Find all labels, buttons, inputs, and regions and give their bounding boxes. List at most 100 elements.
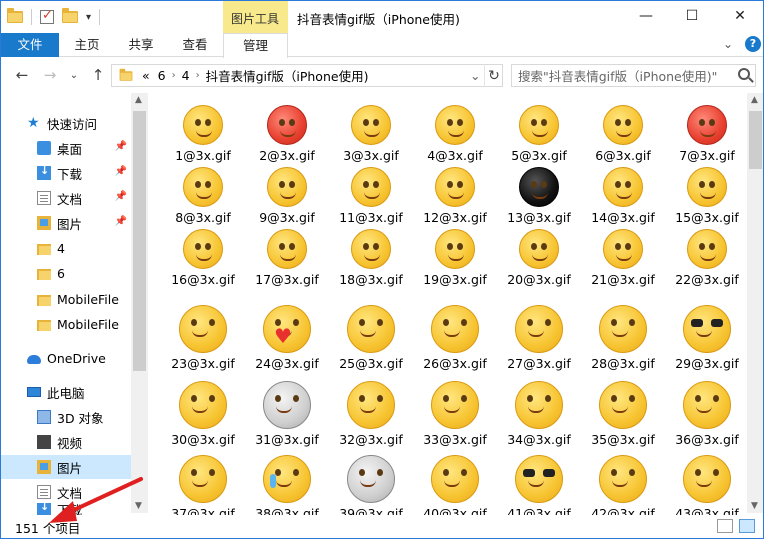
address-bar[interactable]: « 6 › 4 › 抖音表情gif版（iPhone使用) ⌄ xyxy=(111,64,503,87)
file-item[interactable]: 37@3x.gif xyxy=(161,455,245,521)
nav-item-pictures[interactable]: 图片 📌 xyxy=(1,211,131,235)
breadcrumb-separator[interactable]: › xyxy=(196,70,200,81)
breadcrumb-6[interactable]: 6 xyxy=(158,68,166,83)
content-scrollbar-thumb[interactable] xyxy=(749,111,762,169)
file-item[interactable]: 24@3x.gif xyxy=(245,305,329,371)
tab-view[interactable]: 查看 xyxy=(169,33,221,57)
file-item[interactable]: 8@3x.gif xyxy=(161,163,245,225)
nav-item-videos[interactable]: 视频 xyxy=(1,430,131,454)
nav-item-folder-6[interactable]: 6 xyxy=(1,261,131,285)
tab-share[interactable]: 共享 xyxy=(115,33,167,57)
file-item[interactable]: 18@3x.gif xyxy=(329,225,413,287)
address-dropdown-chevron-icon[interactable]: ⌄ xyxy=(470,68,480,83)
file-item[interactable]: 26@3x.gif xyxy=(413,305,497,371)
nav-item-3d-objects[interactable]: 3D 对象 xyxy=(1,405,131,429)
maximize-button[interactable]: ☐ xyxy=(669,1,715,31)
nav-this-pc[interactable]: 此电脑 xyxy=(1,380,131,404)
file-item[interactable]: 13@3x.gif xyxy=(497,163,581,225)
nav-item-pc-downloads[interactable]: 下载 xyxy=(1,503,131,515)
nav-quick-access[interactable]: ★ 快速访问 xyxy=(1,111,131,135)
file-item[interactable]: 31@3x.gif xyxy=(245,381,329,447)
folder-icon[interactable] xyxy=(7,8,23,23)
file-item[interactable]: 1@3x.gif xyxy=(161,101,245,163)
file-item[interactable]: 23@3x.gif xyxy=(161,305,245,371)
new-folder-icon[interactable] xyxy=(62,8,78,23)
pin-icon[interactable]: 📌 xyxy=(115,166,127,177)
close-button[interactable]: ✕ xyxy=(717,1,763,31)
tab-file[interactable]: 文件 xyxy=(1,33,59,57)
nav-item-desktop[interactable]: 桌面 📌 xyxy=(1,136,131,160)
file-item[interactable]: 17@3x.gif xyxy=(245,225,329,287)
file-item[interactable]: 6@3x.gif xyxy=(581,101,665,163)
file-item[interactable]: 43@3x.gif xyxy=(665,455,749,521)
expand-ribbon-chevron-icon[interactable]: ⌄ xyxy=(723,37,733,51)
file-item[interactable]: 4@3x.gif xyxy=(413,101,497,163)
nav-item-documents[interactable]: 文档 📌 xyxy=(1,186,131,210)
forward-button[interactable]: → xyxy=(39,64,61,86)
file-item[interactable]: 36@3x.gif xyxy=(665,381,749,447)
file-item[interactable]: 39@3x.gif xyxy=(329,455,413,521)
file-item[interactable]: 27@3x.gif xyxy=(497,305,581,371)
nav-item-downloads[interactable]: 下载 📌 xyxy=(1,161,131,185)
file-item[interactable]: 34@3x.gif xyxy=(497,381,581,447)
file-item[interactable]: 3@3x.gif xyxy=(329,101,413,163)
pin-icon[interactable]: 📌 xyxy=(115,141,127,152)
file-item[interactable]: 30@3x.gif xyxy=(161,381,245,447)
file-item[interactable]: 25@3x.gif xyxy=(329,305,413,371)
minimize-button[interactable]: — xyxy=(623,1,669,31)
nav-onedrive[interactable]: OneDrive xyxy=(1,346,131,370)
file-item[interactable]: 33@3x.gif xyxy=(413,381,497,447)
file-item[interactable]: 22@3x.gif xyxy=(665,225,749,287)
search-icon[interactable] xyxy=(738,68,750,80)
nav-item-pc-pictures[interactable]: 图片 xyxy=(1,455,131,479)
customize-toolbar-dropdown[interactable]: ▾ xyxy=(86,12,91,23)
file-item[interactable]: 14@3x.gif xyxy=(581,163,665,225)
back-button[interactable]: ← xyxy=(11,64,33,86)
file-item[interactable]: 38@3x.gif xyxy=(245,455,329,521)
file-item[interactable]: 20@3x.gif xyxy=(497,225,581,287)
file-item[interactable]: 7@3x.gif xyxy=(665,101,749,163)
breadcrumb-separator[interactable]: › xyxy=(172,70,176,81)
nav-item-mobilefile[interactable]: MobileFile xyxy=(1,287,131,311)
file-item[interactable]: 2@3x.gif xyxy=(245,101,329,163)
tab-home[interactable]: 主页 xyxy=(61,33,113,57)
nav-item-pc-documents[interactable]: 文档 xyxy=(1,480,131,504)
large-icons-view-icon[interactable] xyxy=(739,519,755,533)
pin-icon[interactable]: 📌 xyxy=(115,191,127,202)
pin-icon[interactable]: 📌 xyxy=(115,216,127,227)
download-icon xyxy=(37,503,51,515)
tab-manage[interactable]: 管理 xyxy=(223,33,288,58)
scroll-down-icon[interactable]: ▼ xyxy=(135,501,142,511)
breadcrumb-overflow[interactable]: « xyxy=(142,68,150,83)
search-input[interactable]: 搜索"抖音表情gif版（iPhone使用)" xyxy=(511,64,756,87)
file-item[interactable]: 29@3x.gif xyxy=(665,305,749,371)
details-view-icon[interactable] xyxy=(717,519,733,533)
up-button[interactable]: ↑ xyxy=(87,64,109,86)
nav-scrollbar-thumb[interactable] xyxy=(133,111,146,371)
file-item[interactable]: 5@3x.gif xyxy=(497,101,581,163)
nav-item-mobilefile[interactable]: MobileFile xyxy=(1,312,131,336)
file-item[interactable]: 11@3x.gif xyxy=(329,163,413,225)
file-item[interactable]: 35@3x.gif xyxy=(581,381,665,447)
file-item[interactable]: 42@3x.gif xyxy=(581,455,665,521)
file-item[interactable]: 21@3x.gif xyxy=(581,225,665,287)
file-item[interactable]: 32@3x.gif xyxy=(329,381,413,447)
recent-locations-dropdown[interactable]: ⌄ xyxy=(63,64,85,86)
nav-item-folder-4[interactable]: 4 xyxy=(1,236,131,260)
scroll-up-icon[interactable]: ▲ xyxy=(135,95,142,105)
refresh-button[interactable]: ↻ xyxy=(484,64,503,87)
file-item[interactable]: 16@3x.gif xyxy=(161,225,245,287)
breadcrumb-4[interactable]: 4 xyxy=(182,68,190,83)
file-item[interactable]: 40@3x.gif xyxy=(413,455,497,521)
breadcrumb-current[interactable]: 抖音表情gif版（iPhone使用) xyxy=(206,66,369,85)
scroll-up-icon[interactable]: ▲ xyxy=(751,95,758,105)
file-item[interactable]: 28@3x.gif xyxy=(581,305,665,371)
file-item[interactable]: 19@3x.gif xyxy=(413,225,497,287)
scroll-down-icon[interactable]: ▼ xyxy=(751,501,758,511)
properties-icon[interactable] xyxy=(40,8,54,24)
file-item[interactable]: 15@3x.gif xyxy=(665,163,749,225)
file-item[interactable]: 12@3x.gif xyxy=(413,163,497,225)
file-item[interactable]: 41@3x.gif xyxy=(497,455,581,521)
help-icon[interactable]: ? xyxy=(745,36,761,52)
file-item[interactable]: 9@3x.gif xyxy=(245,163,329,225)
